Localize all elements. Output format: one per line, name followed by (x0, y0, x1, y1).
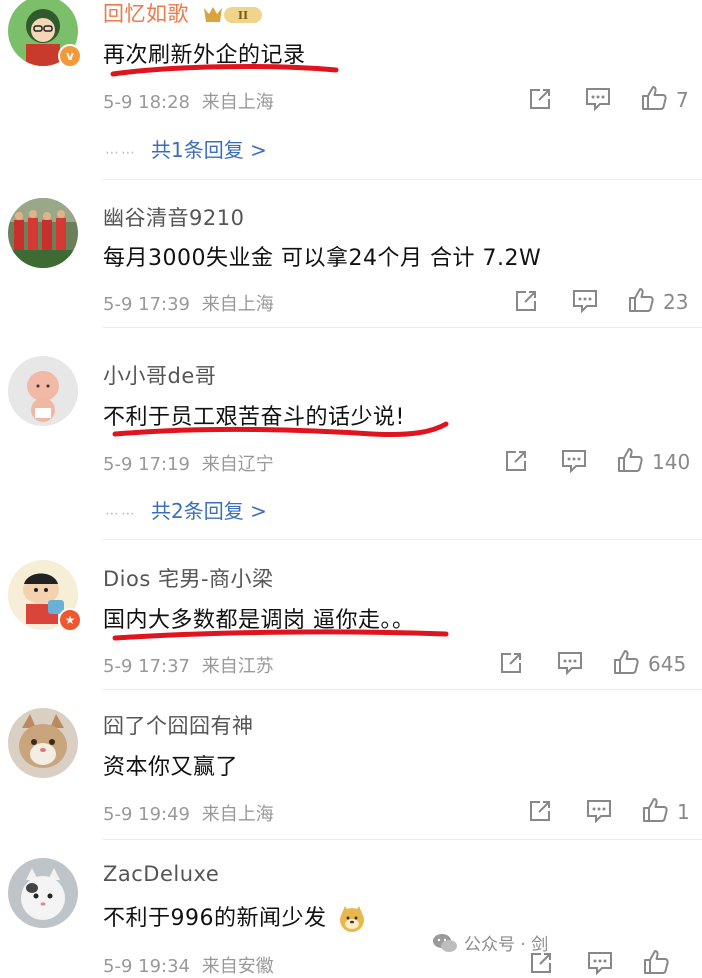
username[interactable]: 囧了个囧囧有神 (103, 710, 254, 740)
share-button[interactable] (527, 798, 553, 824)
comment-location: 来自江苏 (201, 656, 274, 677)
like-count: 140 (652, 450, 691, 474)
share-button[interactable] (527, 86, 553, 112)
replies-label: 共2条回复 > (151, 499, 267, 523)
comment-date: 5-9 17:19 (103, 454, 190, 475)
comment-icon (586, 88, 610, 112)
comment-item: v 回忆如歌 II 再次刷新外企的记录 5-9 18:28 来自上海 7 ⋯⋯ 共… (0, 0, 702, 180)
comment-meta: 5-9 17:39 来自上海 (103, 290, 274, 316)
like-button[interactable] (640, 84, 668, 112)
comment-icon (573, 290, 597, 314)
comment-item: 囧了个囧囧有神 资本你又赢了 5-9 19:49 来自上海 1 (0, 690, 702, 840)
comment-button[interactable] (556, 650, 584, 676)
thumbs-up-icon (629, 288, 654, 312)
thumbs-up-icon (644, 950, 669, 974)
like-count: 23 (663, 290, 689, 314)
avatar[interactable] (8, 858, 78, 928)
share-icon (506, 451, 526, 471)
dots: ⋯⋯ (105, 506, 137, 522)
comment-item: ZacDeluxe 不利于996的新闻少发 5-9 19:34 来自安徽 (0, 840, 702, 977)
watermark: 公众号 · 剑 (432, 930, 548, 955)
avatar[interactable] (8, 198, 78, 268)
like-count: 645 (648, 652, 687, 676)
watermark-text: 公众号 · 剑 (464, 935, 549, 955)
comment-icon (587, 800, 611, 824)
comment-location: 来自辽宁 (201, 454, 274, 475)
vip-badge-icon: II (204, 7, 262, 23)
comment-button[interactable] (571, 288, 599, 314)
like-count: 1 (677, 800, 690, 824)
share-icon (516, 291, 536, 311)
username[interactable]: 幽谷清音9210 (103, 202, 244, 232)
like-button[interactable] (612, 648, 640, 676)
thumbs-up-icon (643, 798, 668, 822)
username[interactable]: Dios 宅男-商小梁 (103, 563, 274, 593)
highlight-underline (110, 64, 339, 77)
comment-text: 不利于996的新闻少发 (103, 900, 366, 933)
view-replies-link[interactable]: ⋯⋯ 共2条回复 > (105, 495, 267, 524)
username[interactable]: ZacDeluxe (103, 862, 219, 886)
wechat-icon (433, 933, 457, 952)
star-badge-icon: ★ (58, 608, 82, 632)
comment-location: 来自上海 (201, 294, 274, 315)
comment-meta: 5-9 18:28 来自上海 (103, 88, 274, 114)
comment-icon (558, 652, 582, 676)
share-button[interactable] (503, 448, 529, 474)
comment-item: ★ Dios 宅男-商小梁 国内大多数都是调岗 逼你走。。 5-9 17:37 … (0, 540, 702, 690)
highlight-underline (112, 629, 449, 641)
view-replies-link[interactable]: ⋯⋯ 共1条回复 > (105, 134, 267, 163)
comment-date: 5-9 18:28 (103, 92, 190, 113)
like-button[interactable] (641, 796, 669, 824)
comment-item: 幽谷清音9210 每月3000失业金 可以拿24个月 合计 7.2W 5-9 1… (0, 180, 702, 328)
comment-date: 5-9 17:39 (103, 294, 190, 315)
thumbs-up-icon (614, 650, 639, 674)
avatar[interactable]: ★ (8, 560, 82, 632)
svg-text:II: II (238, 9, 248, 22)
highlight-underline (112, 421, 449, 437)
avatar[interactable] (8, 708, 78, 778)
comment-location: 来自上海 (201, 92, 274, 113)
avatar[interactable]: v (8, 0, 82, 68)
comment-date: 5-9 19:49 (103, 804, 190, 825)
like-button[interactable] (642, 948, 670, 976)
comment-date: 5-9 17:37 (103, 656, 190, 677)
share-button[interactable] (513, 288, 539, 314)
comment-meta: 5-9 17:37 来自江苏 (103, 652, 274, 678)
comment-text: 资本你又赢了 (103, 755, 239, 780)
thumbs-up-icon (618, 448, 643, 472)
comment-button[interactable] (585, 798, 613, 824)
dots: ⋯⋯ (105, 145, 137, 161)
comment-icon (588, 952, 612, 976)
share-icon (501, 653, 521, 673)
comment-text: 每月3000失业金 可以拿24个月 合计 7.2W (103, 246, 542, 271)
comment-button[interactable] (584, 86, 612, 112)
replies-label: 共1条回复 > (151, 138, 267, 162)
comment-meta: 5-9 17:19 来自辽宁 (103, 450, 274, 476)
comment-meta: 5-9 19:34 来自安徽 (103, 952, 274, 978)
username[interactable]: 小小哥de哥 (103, 360, 216, 390)
share-icon (530, 801, 550, 821)
like-button[interactable] (616, 446, 644, 474)
comment-button[interactable] (586, 950, 614, 976)
thumbs-up-icon (642, 86, 667, 110)
avatar[interactable] (8, 356, 78, 426)
comment-button[interactable] (560, 448, 588, 474)
comment-location: 来自上海 (201, 804, 274, 825)
doge-emoji-icon (340, 906, 364, 932)
like-count: 7 (676, 88, 689, 112)
comment-text-body: 不利于996的新闻少发 (103, 906, 327, 931)
comment-meta: 5-9 19:49 来自上海 (103, 800, 274, 826)
share-icon (530, 89, 550, 109)
verified-v-icon: v (58, 44, 82, 68)
comment-item: 小小哥de哥 不利于员工艰苦奋斗的话少说! 5-9 17:19 来自辽宁 140… (0, 328, 702, 540)
like-button[interactable] (627, 286, 655, 314)
username[interactable]: 回忆如歌 (103, 0, 189, 28)
share-button[interactable] (498, 650, 524, 676)
comment-icon (562, 450, 586, 474)
